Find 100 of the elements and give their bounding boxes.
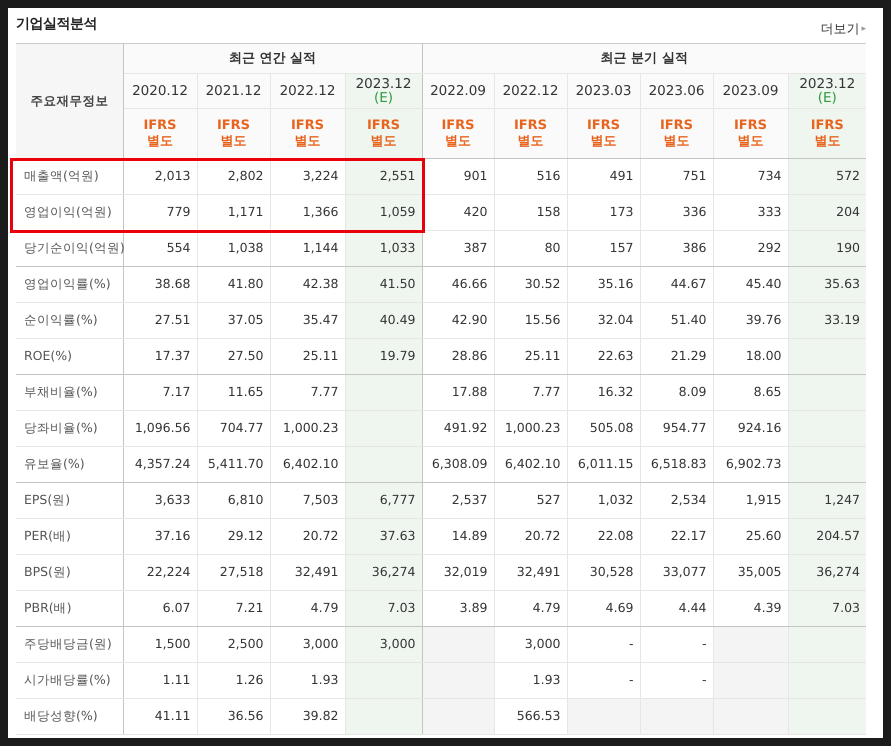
table-cell: 27,518: [197, 554, 270, 590]
table-cell: 6,518.83: [640, 446, 713, 482]
table-cell: 33.19: [788, 302, 866, 338]
table-cell: 41.11: [123, 698, 197, 734]
table-cell: 491: [567, 158, 640, 194]
period-header: 2022.12: [494, 74, 567, 108]
table-cell: 1,096.56: [123, 410, 197, 446]
table-cell: 190: [788, 230, 866, 266]
section-title: 기업실적분석: [16, 15, 97, 34]
period-header: 2023.12 (E): [345, 74, 422, 108]
table-cell: 35.16: [567, 266, 640, 302]
table-cell: 30,528: [567, 554, 640, 590]
table-cell: 2,551: [345, 158, 422, 194]
table-cell: 173: [567, 194, 640, 230]
table-cell: 22,224: [123, 554, 197, 590]
table-cell: 1,032: [567, 482, 640, 518]
table-cell: 32,491: [494, 554, 567, 590]
table-cell: 2,013: [123, 158, 197, 194]
table-cell: 51.40: [640, 302, 713, 338]
table-cell: 1,059: [345, 194, 422, 230]
table-cell: 6.07: [123, 590, 197, 626]
row-label: PER(배): [16, 518, 123, 554]
table-cell: 2,537: [422, 482, 494, 518]
table-cell: 6,308.09: [422, 446, 494, 482]
accounting-standard: IFRS 별도: [788, 108, 866, 158]
table-cell: 42.90: [422, 302, 494, 338]
table-cell: 36,274: [345, 554, 422, 590]
table-cell: 44.67: [640, 266, 713, 302]
table-cell: 901: [422, 158, 494, 194]
row-header-cell: 주요재무정보: [16, 44, 123, 158]
table-cell: 3,633: [123, 482, 197, 518]
table-cell: 7.21: [197, 590, 270, 626]
period-header: 2023.06: [640, 74, 713, 108]
table-cell: 32,019: [422, 554, 494, 590]
table-cell: 41.50: [345, 266, 422, 302]
table-cell: 704.77: [197, 410, 270, 446]
table-cell: 954.77: [640, 410, 713, 446]
table-cell: 14.89: [422, 518, 494, 554]
table-cell: -: [567, 626, 640, 662]
table-cell: 4.79: [494, 590, 567, 626]
table-cell: 46.66: [422, 266, 494, 302]
table-cell: 1,000.23: [494, 410, 567, 446]
section-header: 최근 연간 실적: [123, 44, 422, 74]
table-cell: 35.63: [788, 266, 866, 302]
table-cell: 22.63: [567, 338, 640, 374]
row-label: 영업이익률(%): [16, 266, 123, 302]
table-cell: 6,777: [345, 482, 422, 518]
table-cell: 8.09: [640, 374, 713, 410]
row-label: 부채비율(%): [16, 374, 123, 410]
more-link[interactable]: 더보기▸: [820, 20, 866, 40]
accounting-standard: IFRS 별도: [345, 108, 422, 158]
table-cell: 27.51: [123, 302, 197, 338]
period-header: 2020.12: [123, 74, 197, 108]
table-cell: 4.69: [567, 590, 640, 626]
table-cell: 1,171: [197, 194, 270, 230]
row-label: 순이익률(%): [16, 302, 123, 338]
period-header: 2022.09: [422, 74, 494, 108]
row-label: 배당성향(%): [16, 698, 123, 734]
table-cell: 3,000: [494, 626, 567, 662]
table-cell: 158: [494, 194, 567, 230]
accounting-standard: IFRS 별도: [123, 108, 197, 158]
row-label: EPS(원): [16, 482, 123, 518]
table-cell: 420: [422, 194, 494, 230]
table-cell: 2,534: [640, 482, 713, 518]
table-cell: 751: [640, 158, 713, 194]
table-cell: 1,500: [123, 626, 197, 662]
table-cell: 17.37: [123, 338, 197, 374]
table-cell: 28.86: [422, 338, 494, 374]
table-cell: 32.04: [567, 302, 640, 338]
table-cell: 22.08: [567, 518, 640, 554]
table-cell: 33,077: [640, 554, 713, 590]
table-cell: 36,274: [788, 554, 866, 590]
table-cell: 6,011.15: [567, 446, 640, 482]
table-cell: 36.56: [197, 698, 270, 734]
table-cell: 40.49: [345, 302, 422, 338]
table-cell: 7.77: [494, 374, 567, 410]
table-cell: 27.50: [197, 338, 270, 374]
table-cell: 25.11: [494, 338, 567, 374]
period-header: 2023.12 (E): [788, 74, 866, 108]
table-cell: 386: [640, 230, 713, 266]
table-cell: 1,038: [197, 230, 270, 266]
row-label: 당기순이익(억원): [16, 230, 123, 266]
table-cell: 516: [494, 158, 567, 194]
period-header: 2021.12: [197, 74, 270, 108]
period-header: 2023.09: [713, 74, 788, 108]
table-cell: 29.12: [197, 518, 270, 554]
table-cell: 5,411.70: [197, 446, 270, 482]
table-cell: 16.32: [567, 374, 640, 410]
table-cell: 1.26: [197, 662, 270, 698]
table-cell: 336: [640, 194, 713, 230]
table-cell: 157: [567, 230, 640, 266]
table-cell: 1,033: [345, 230, 422, 266]
row-label: 주당배당금(원): [16, 626, 123, 662]
row-label: BPS(원): [16, 554, 123, 590]
table-cell: 80: [494, 230, 567, 266]
row-label: 시가배당률(%): [16, 662, 123, 698]
table-cell: 1.11: [123, 662, 197, 698]
table-cell: 22.17: [640, 518, 713, 554]
table-cell: 20.72: [494, 518, 567, 554]
table-cell: 4.44: [640, 590, 713, 626]
